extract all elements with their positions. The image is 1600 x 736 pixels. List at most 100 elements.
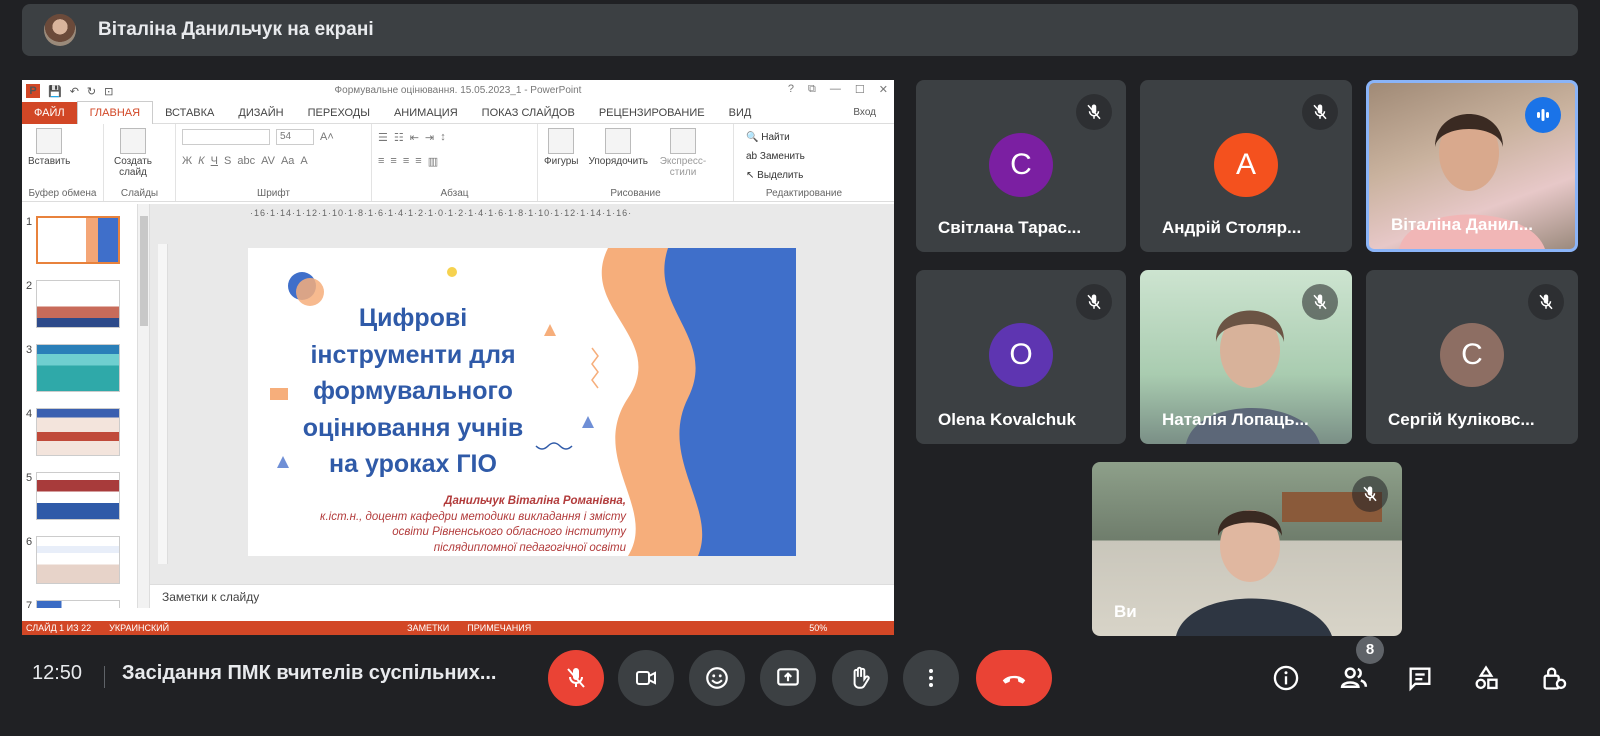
mic-toggle-button[interactable] <box>548 650 604 706</box>
ribbon: Вставить Буфер обмена Создать слайд Слай… <box>22 124 894 202</box>
line-spacing-icon: ↕ <box>440 131 446 143</box>
find-button: 🔍 Найти <box>746 132 790 143</box>
paste-button: Вставить <box>28 128 70 167</box>
host-controls-button[interactable] <box>1536 660 1572 696</box>
participant-name: Андрій Столяр... <box>1162 218 1302 237</box>
underline-icon: Ч <box>210 155 218 167</box>
align-left-icon: ≡ <box>378 155 385 167</box>
horizontal-ruler: ·16·1·14·1·12·1·10·1·8·1·6·1·4·1·2·1·0·1… <box>250 208 633 218</box>
participant-initial: С <box>989 133 1053 197</box>
participants-count-badge: 8 <box>1356 636 1384 664</box>
tab-animation: АНИМАЦИЯ <box>393 106 458 119</box>
paragraph-group: ☰ ☷ ⇤ ⇥ ↕ ≡ ≡ ≡ ≡ ▥ Абзац <box>372 124 538 201</box>
tab-file: ФАЙЛ <box>22 101 77 124</box>
raise-hand-button[interactable] <box>832 650 888 706</box>
more-icon <box>929 669 933 687</box>
presenter-avatar <box>44 14 76 46</box>
emoji-icon <box>706 667 728 689</box>
present-icon <box>777 668 799 686</box>
ppt-titlebar: P 💾 ↶ ↻ ⊡ Формувальне оцінювання. 15.05.… <box>22 80 894 102</box>
participant-name: Olena Kovalchuk <box>938 410 1076 429</box>
notes-toggle: ЗАМЕТКИ <box>407 623 450 633</box>
people-button[interactable] <box>1336 660 1372 696</box>
clock: 12:50 <box>32 662 83 684</box>
mic-off-icon <box>1076 284 1112 320</box>
new-slide-icon <box>120 128 146 154</box>
mic-off-icon <box>1076 94 1112 130</box>
meeting-controls-bar: 12:50 Засідання ПМК вчителів суспільних.… <box>0 636 1600 736</box>
comments-toggle: ПРИМЕЧАНИЯ <box>467 623 532 633</box>
activities-icon <box>1475 665 1498 690</box>
tab-home: ГЛАВНАЯ <box>76 101 154 124</box>
thumbnail-2: 2 <box>22 280 142 334</box>
speaking-indicator-icon <box>1525 97 1561 133</box>
tab-view: ВИД <box>728 106 752 119</box>
chat-button[interactable] <box>1402 660 1438 696</box>
leave-call-button[interactable] <box>976 650 1052 706</box>
slides-label: Слайды <box>120 188 159 199</box>
participant-tile-speaking[interactable]: Віталіна Данил... <box>1366 80 1578 252</box>
videocam-icon <box>636 671 656 685</box>
align-right-icon: ≡ <box>402 155 410 167</box>
mic-off-icon <box>1352 476 1388 512</box>
self-view-tile[interactable]: Ви <box>1092 462 1402 636</box>
participant-initial: С <box>1440 323 1504 387</box>
clipboard-group: Вставить Буфер обмена <box>22 124 104 201</box>
current-slide: Цифрові інструменти для формувального оц… <box>248 248 796 556</box>
thumbnail-7: 7 <box>22 600 142 608</box>
editing-group: 🔍 Найти ab Заменить ↖ Выделить Редактиро… <box>734 124 874 201</box>
camera-toggle-button[interactable] <box>618 650 674 706</box>
numbering-icon: ☷ <box>393 131 404 144</box>
tab-insert: ВСТАВКА <box>165 106 215 119</box>
activities-button[interactable] <box>1468 660 1504 696</box>
clipboard-label: Буфер обмена <box>28 188 97 199</box>
meeting-details-button[interactable] <box>1268 660 1304 696</box>
italic-icon: К <box>198 155 205 167</box>
replace-button: ab Заменить <box>746 151 805 162</box>
participant-name: Світлана Тарас... <box>938 218 1082 237</box>
participant-tile[interactable]: С Сергій Куліковс... <box>1366 270 1578 444</box>
maximize-icon: ☐ <box>854 84 865 96</box>
participant-tile[interactable]: Наталія Лопаць... <box>1140 270 1352 444</box>
grow-font-icon: A˄ <box>320 131 334 143</box>
tab-transitions: ПЕРЕХОДЫ <box>307 106 370 119</box>
participant-initial: O <box>989 323 1053 387</box>
help-icon: ? <box>787 83 795 95</box>
drawing-label: Рисование <box>610 188 661 199</box>
columns-icon: ▥ <box>427 155 439 168</box>
slide-thumbnails: 1 2 3 4 5 6 7 <box>22 204 150 608</box>
presenter-banner: Віталіна Данильчук на екрані <box>22 4 1578 56</box>
shadow-icon: S <box>224 155 232 167</box>
slides-group: Создать слайд Слайды <box>104 124 176 201</box>
language: УКРАИНСКИЙ <box>109 623 170 633</box>
zoom-level: 50% <box>809 623 828 633</box>
spacing-icon: AV <box>261 155 275 167</box>
mic-off-icon <box>1302 94 1338 130</box>
participant-tile[interactable]: O Olena Kovalchuk <box>916 270 1126 444</box>
people-icon <box>1340 667 1368 688</box>
arrange-icon <box>605 128 632 154</box>
slide-title: Цифрові інструменти для формувального оц… <box>302 304 524 478</box>
more-options-button[interactable] <box>903 650 959 706</box>
notes-pane: Заметки к слайду <box>150 584 894 608</box>
present-screen-button[interactable] <box>760 650 816 706</box>
reactions-button[interactable] <box>689 650 745 706</box>
tab-design: ДИЗАЙН <box>238 106 284 119</box>
participant-tile[interactable]: С Світлана Тарас... <box>916 80 1126 252</box>
participant-name: Віталіна Данил... <box>1391 215 1534 234</box>
font-size-box: 54 <box>276 129 314 145</box>
participant-tile[interactable]: А Андрій Столяр... <box>1140 80 1352 252</box>
thumbnail-5: 5 <box>22 472 142 526</box>
slide-author: Данильчук Віталіна Романівна, к.іст.н., … <box>320 495 626 554</box>
participant-name: Сергій Куліковс... <box>1388 410 1535 429</box>
new-slide-button: Создать слайд <box>110 128 156 178</box>
thumbnail-6: 6 <box>22 536 142 590</box>
thumbnail-4: 4 <box>22 408 142 462</box>
participant-initial: А <box>1214 133 1278 197</box>
participant-name: Ви <box>1114 602 1137 621</box>
thumbnail-3: 3 <box>22 344 142 398</box>
mic-off-icon <box>567 668 585 688</box>
shared-screen: P 💾 ↶ ↻ ⊡ Формувальне оцінювання. 15.05.… <box>22 80 894 635</box>
mic-off-icon <box>1528 284 1564 320</box>
slide-canvas: ·16·1·14·1·12·1·10·1·8·1·6·1·4·1·2·1·0·1… <box>150 204 894 584</box>
